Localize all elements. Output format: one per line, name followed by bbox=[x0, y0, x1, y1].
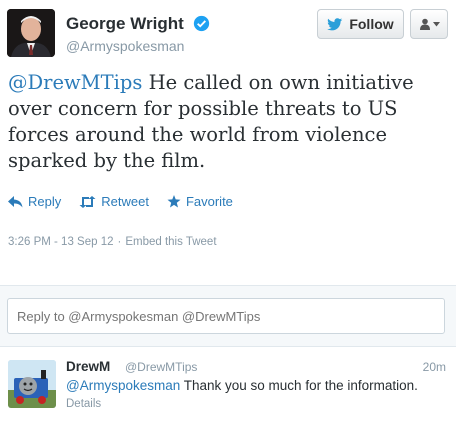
reply-author-name[interactable]: DrewM bbox=[66, 359, 110, 374]
reply-action[interactable]: Reply bbox=[8, 194, 61, 209]
reply-author-avatar[interactable] bbox=[8, 360, 56, 408]
tweet: George Wright @Armyspokesman Follow @Dre… bbox=[0, 0, 456, 285]
reply-label: Reply bbox=[28, 194, 62, 209]
follow-label: Follow bbox=[349, 16, 394, 32]
twitter-bird-icon bbox=[327, 17, 343, 30]
reply-tweet: DrewM @DrewMTips 20m @Armyspokesman Than… bbox=[0, 347, 456, 425]
meta-separator: · bbox=[117, 236, 122, 248]
reply-input[interactable] bbox=[7, 298, 445, 334]
reply-author-handle[interactable]: @DrewMTips bbox=[125, 360, 197, 374]
retweet-action[interactable]: Retweet bbox=[79, 194, 149, 209]
tweet-text: @DrewMTips He called on own initiative o… bbox=[8, 70, 448, 174]
author-handle[interactable]: @Armyspokesman bbox=[66, 38, 184, 54]
reply-area bbox=[0, 285, 456, 347]
reply-body: Thank you so much for the information. bbox=[180, 378, 418, 393]
star-icon bbox=[167, 195, 181, 208]
reply-details-link[interactable]: Details bbox=[66, 398, 101, 410]
user-icon bbox=[419, 18, 430, 30]
user-actions-button[interactable] bbox=[410, 9, 448, 39]
embed-tweet-link[interactable]: Embed this Tweet bbox=[125, 236, 216, 248]
verified-badge-icon bbox=[193, 15, 210, 32]
retweet-label: Retweet bbox=[101, 194, 149, 209]
tweet-mention-link[interactable]: @DrewMTips bbox=[8, 71, 142, 94]
favorite-action[interactable]: Favorite bbox=[167, 194, 233, 209]
reply-arrow-icon bbox=[8, 195, 23, 207]
follow-button[interactable]: Follow bbox=[317, 9, 404, 39]
reply-text: @Armyspokesman Thank you so much for the… bbox=[66, 378, 418, 393]
retweet-icon bbox=[79, 195, 96, 208]
author-name[interactable]: George Wright bbox=[66, 14, 184, 34]
favorite-label: Favorite bbox=[185, 194, 233, 209]
reply-mention-link[interactable]: @Armyspokesman bbox=[66, 378, 180, 393]
tweet-timestamp[interactable]: 3:26 PM - 13 Sep 12 bbox=[8, 236, 113, 248]
tweet-meta: 3:26 PM - 13 Sep 12 · Embed this Tweet bbox=[8, 236, 217, 248]
tweet-actions: Reply Retweet Favorite bbox=[8, 194, 233, 209]
author-avatar[interactable] bbox=[7, 9, 55, 57]
caret-down-icon bbox=[432, 21, 440, 26]
reply-timestamp[interactable]: 20m bbox=[423, 360, 446, 374]
